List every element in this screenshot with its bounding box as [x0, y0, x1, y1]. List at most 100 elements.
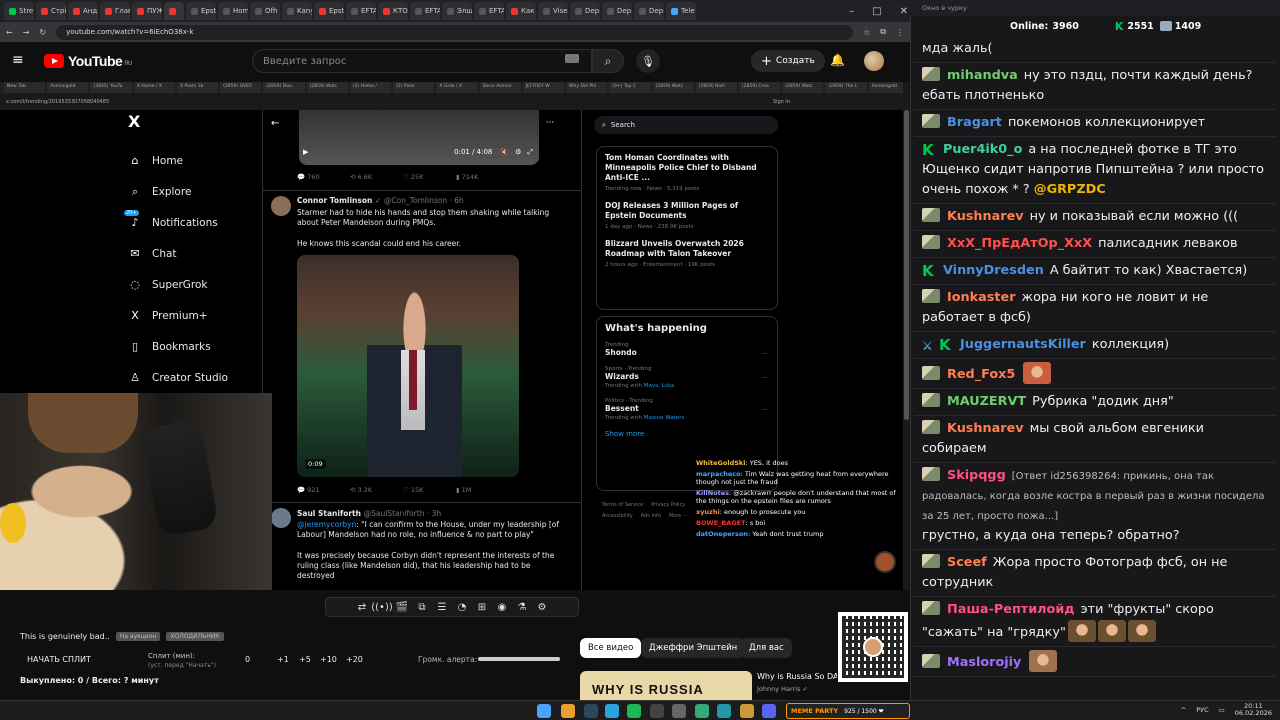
loop-icon[interactable]: ⇄	[353, 599, 371, 615]
browser-icon[interactable]	[672, 704, 686, 718]
notifications-bell-icon[interactable]: 🔔	[830, 53, 845, 67]
chat-username[interactable]: Паша-Рептилойд	[947, 602, 1075, 617]
telegram-icon[interactable]	[605, 704, 619, 718]
youtube-logo[interactable]: YouTube RU	[44, 53, 132, 69]
obs-icon[interactable]	[650, 704, 664, 718]
chat-username[interactable]: VinnyDresden	[943, 263, 1044, 278]
browser-tab[interactable]: Hom	[218, 2, 248, 20]
youtube-search-button[interactable]: ⌕	[592, 49, 624, 73]
start-split-button[interactable]: НАЧАТЬ СПЛИТ	[27, 655, 91, 664]
post-3-author[interactable]: Saul Staniforth @SaulStaniforth · 3h	[297, 509, 441, 518]
starmer-video[interactable]: 0:09	[297, 255, 519, 477]
reply-count[interactable]: 💬 760	[297, 173, 350, 181]
browser-tab[interactable]: Stre	[4, 2, 34, 20]
add-10-button[interactable]: +10	[320, 655, 337, 664]
connor-avatar[interactable]	[271, 196, 291, 216]
tray-chevron-icon[interactable]: ^	[1181, 706, 1186, 714]
saul-avatar[interactable]	[271, 508, 291, 528]
happening-item[interactable]: Sports · Trending Wizards Trending with Ma…	[605, 366, 769, 389]
filter-all-videos[interactable]: Все видео	[580, 638, 642, 658]
create-button[interactable]: + Создать	[751, 50, 825, 72]
browser-tab[interactable]: Kany	[282, 2, 312, 20]
gear-icon[interactable]: ⚙	[533, 599, 551, 615]
speed-icon[interactable]: ◔	[453, 599, 471, 615]
keyboard-icon[interactable]	[565, 54, 579, 63]
repost-count[interactable]: ⟲ 6.6K	[350, 173, 403, 181]
x-nav-explore[interactable]: ⌕ Explore	[118, 176, 268, 207]
youtube-avatar[interactable]	[864, 51, 884, 71]
browser-tab[interactable]	[164, 2, 184, 20]
discord-icon[interactable]	[762, 704, 776, 718]
chat-mention[interactable]: @GRPZDC	[1034, 182, 1106, 197]
x-nav-notifications[interactable]: ♪ 20+ Notifications	[118, 207, 268, 238]
back-icon[interactable]: ←	[6, 28, 13, 37]
browser-tab[interactable]: Epst	[314, 2, 344, 20]
browser-tab[interactable]: КТО	[378, 2, 408, 20]
filter-epstein[interactable]: Джеффри Эпштейн	[641, 638, 746, 658]
like-count[interactable]: ♡ 15K	[403, 486, 456, 494]
hamburger-menu-icon[interactable]: ≡	[12, 52, 24, 68]
views-count[interactable]: ▮ 714K	[456, 173, 509, 181]
files-icon[interactable]	[740, 704, 754, 718]
browser-tab[interactable]: Dep	[570, 2, 600, 20]
volume-icon[interactable]: 🔇	[500, 148, 509, 157]
browser-tab[interactable]: Глав	[100, 2, 130, 20]
plus-box-icon[interactable]: ⊞	[473, 599, 491, 615]
fullscreen-icon[interactable]: ⤢	[527, 148, 533, 157]
add-20-button[interactable]: +20	[346, 655, 363, 664]
happening-item[interactable]: Politics · Trending Bessent Trending with …	[605, 398, 769, 421]
chat-username[interactable]: Sceef	[947, 555, 987, 570]
minimize-button[interactable]: –	[849, 6, 854, 17]
vpn-icon[interactable]	[717, 704, 731, 718]
youtube-search-input[interactable]: Введите запрос	[252, 49, 592, 73]
chat-message-list[interactable]: мда жаль(mihandva ну это пздц, почти кажд…	[914, 36, 1276, 696]
happening-item[interactable]: Trending Shondo ···	[605, 342, 769, 358]
browser-tab[interactable]: EFTA	[346, 2, 376, 20]
x-nav-supergrok[interactable]: ◌ SuperGrok	[118, 269, 268, 300]
settings-icon[interactable]: ⚙	[515, 148, 521, 157]
browser-tab[interactable]: ПУЖ	[132, 2, 162, 20]
browser-tab[interactable]: EFTA	[474, 2, 504, 20]
footer-link[interactable]: Ads info	[641, 511, 661, 522]
chat-username[interactable]: Maslorojiy	[947, 655, 1021, 670]
recommended-video-thumbnail[interactable]: WHY IS RUSSIA	[580, 671, 752, 700]
more-dots-icon[interactable]: ···	[762, 406, 769, 414]
footer-link[interactable]: More ···	[669, 511, 688, 522]
voice-search-button[interactable]: 🎙	[636, 49, 660, 73]
pip-icon[interactable]: ⧉	[413, 599, 431, 615]
browser-tab[interactable]: Dep	[602, 2, 632, 20]
chat-username[interactable]: XxX_ПрЕдАтОр_XxX	[947, 236, 1092, 251]
chat-username[interactable]: Red_Fox5	[947, 367, 1015, 382]
more-dots-icon[interactable]: ···	[762, 374, 769, 382]
browser-tab[interactable]: Элш	[442, 2, 472, 20]
meme-party-widget[interactable]: MEME PARTY 925 / 1500 ❤	[786, 703, 910, 719]
chat-username[interactable]: Puer4ik0_o	[943, 142, 1022, 157]
maximize-button[interactable]: □	[872, 6, 881, 17]
browser-tab[interactable]: EFTA	[410, 2, 440, 20]
extensions-icon[interactable]: ⧉	[880, 27, 886, 37]
footer-link[interactable]: Privacy Policy	[651, 500, 685, 511]
forward-icon[interactable]: →	[23, 28, 30, 37]
chat-username[interactable]: Skipqgg	[947, 468, 1006, 483]
x-nav-bookmarks[interactable]: ▯ Bookmarks	[118, 331, 268, 362]
show-more-link[interactable]: Show more	[605, 430, 769, 438]
more-icon[interactable]: ···	[546, 118, 555, 128]
lab-icon[interactable]: ⚗	[513, 599, 531, 615]
clapper-icon[interactable]: 🎬	[393, 599, 411, 615]
chat-username[interactable]: JuggernautsKiller	[960, 337, 1086, 352]
post-2-author[interactable]: Connor Tomlinson ✓ @Con_Tomlinson · 6h	[297, 196, 464, 205]
browser-tab[interactable]: Ofh	[250, 2, 280, 20]
browser-tab[interactable]: Стрі	[36, 2, 66, 20]
address-bar[interactable]: youtube.com/watch?v=6iEchO38x-k	[56, 24, 854, 40]
more-dots-icon[interactable]: ···	[762, 350, 769, 358]
app-icon[interactable]	[695, 704, 709, 718]
chrome-icon[interactable]	[561, 704, 575, 718]
close-button[interactable]: ✕	[900, 6, 908, 17]
recommended-video-channel[interactable]: Johnny Harris ✓	[757, 685, 808, 693]
chat-username[interactable]: Ionkaster	[947, 290, 1016, 305]
chat-username[interactable]: mihandva	[947, 68, 1018, 83]
fridge-chip[interactable]: ХОЛОДИЛЬНИК	[166, 632, 224, 641]
repost-count[interactable]: ⟲ 3.2K	[350, 486, 403, 494]
like-count[interactable]: ♡ 25K	[403, 173, 456, 181]
bookmark-star-icon[interactable]: ☆	[863, 28, 870, 37]
